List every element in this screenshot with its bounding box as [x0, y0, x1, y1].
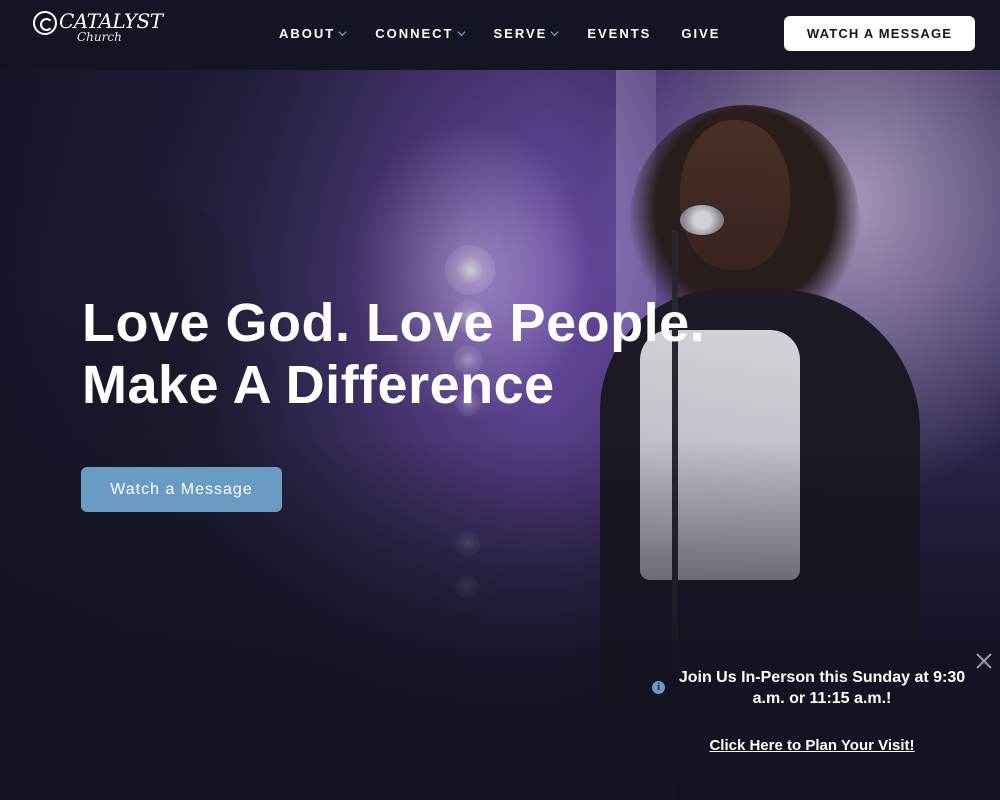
hero-headline-line-1: Love God. Love People. — [82, 293, 706, 353]
watch-message-hero-button[interactable]: Watch a Message — [81, 467, 282, 512]
chevron-down-icon — [550, 31, 559, 37]
chevron-down-icon — [456, 31, 466, 37]
info-icon: i — [652, 681, 665, 694]
nav-item-events[interactable]: EVENTS — [587, 26, 651, 41]
main-navigation: ABOUT CONNECT SERVE EVENTS GIVE — [279, 26, 720, 41]
watch-message-header-button[interactable]: WATCH A MESSAGE — [784, 16, 975, 51]
nav-item-about[interactable]: ABOUT — [279, 26, 347, 41]
nav-item-label: CONNECT — [375, 26, 454, 41]
plan-visit-link[interactable]: Click Here to Plan Your Visit! — [672, 737, 952, 754]
nav-item-label: SERVE — [493, 26, 548, 41]
nav-item-give[interactable]: GIVE — [681, 26, 720, 41]
site-logo[interactable]: CATALYST Church — [33, 9, 163, 44]
nav-item-serve[interactable]: SERVE — [494, 26, 560, 41]
notice-message: Join Us In-Person this Sunday at 9:30 a.… — [678, 669, 966, 707]
hero-headline: Love God. Love People. Make A Difference — [82, 292, 842, 416]
close-icon[interactable] — [973, 650, 995, 672]
logo-wordmark: CATALYST — [59, 9, 163, 33]
hero-headline-line-2: Make A Difference — [82, 355, 555, 415]
logo-subtitle: Church — [77, 30, 122, 44]
nav-item-label: EVENTS — [587, 26, 652, 41]
nav-item-connect[interactable]: CONNECT — [375, 26, 466, 41]
visit-notice-popup: i Join Us In-Person this Sunday at 9:30 … — [624, 640, 1000, 785]
catalyst-logo-icon — [33, 11, 57, 35]
site-header: CATALYST Church ABOUT CONNECT SERVE EVEN… — [0, 0, 1000, 70]
nav-item-label: ABOUT — [279, 26, 336, 41]
chevron-down-icon — [338, 31, 347, 37]
nav-item-label: GIVE — [681, 26, 721, 41]
